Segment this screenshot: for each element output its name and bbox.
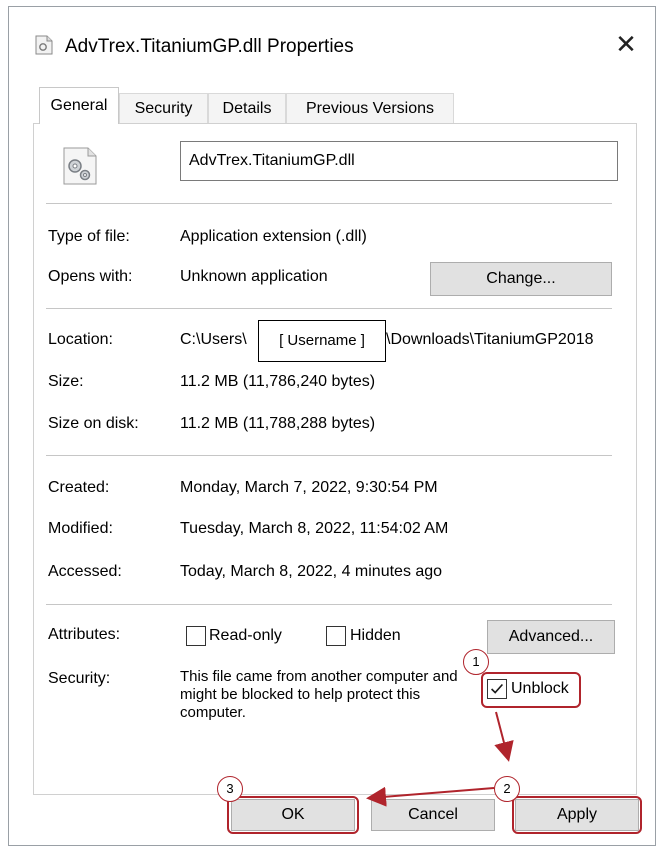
unblock-highlight (481, 672, 581, 708)
ok-highlight (227, 796, 359, 834)
gear-file-icon (63, 147, 97, 185)
modified-value: Tuesday, March 8, 2022, 11:54:02 AM (180, 520, 449, 537)
location-value-suffix: \Downloads\TitaniumGP2018 (386, 331, 594, 348)
created-value: Monday, March 7, 2022, 9:30:54 PM (180, 479, 438, 496)
type-of-file-value: Application extension (.dll) (180, 228, 367, 245)
separator (46, 203, 612, 204)
tab-previous-versions[interactable]: Previous Versions (286, 93, 454, 123)
size-on-disk-value: 11.2 MB (11,788,288 bytes) (180, 415, 376, 432)
accessed-value: Today, March 8, 2022, 4 minutes ago (180, 563, 443, 580)
read-only-checkbox[interactable] (186, 626, 206, 646)
tab-details[interactable]: Details (208, 93, 286, 123)
accessed-label: Accessed: (48, 563, 122, 580)
username-redaction: [ Username ] (258, 320, 386, 362)
location-value-prefix: C:\Users\ (180, 331, 247, 348)
hidden-checkbox[interactable] (326, 626, 346, 646)
type-of-file-label: Type of file: (48, 228, 130, 245)
size-value: 11.2 MB (11,786,240 bytes) (180, 373, 376, 390)
security-message: This file came from another computer and… (180, 668, 458, 721)
close-button[interactable]: ✕ (611, 29, 641, 59)
step-2-badge: 2 (494, 776, 520, 802)
location-label: Location: (48, 331, 113, 348)
separator (46, 604, 612, 605)
hidden-label: Hidden (350, 627, 401, 644)
cancel-button[interactable]: Cancel (371, 799, 495, 831)
size-label: Size: (48, 373, 84, 390)
opens-with-value: Unknown application (180, 268, 328, 285)
dll-file-icon (35, 35, 53, 55)
tab-general[interactable]: General (39, 87, 119, 124)
security-label: Security: (48, 670, 111, 687)
opens-with-label: Opens with: (48, 268, 133, 285)
modified-label: Modified: (48, 520, 113, 537)
attributes-label: Attributes: (48, 626, 121, 643)
step-3-badge: 3 (217, 776, 243, 802)
tab-security[interactable]: Security (119, 93, 208, 123)
step-1-badge: 1 (463, 649, 489, 675)
window-title: AdvTrex.TitaniumGP.dll Properties (65, 36, 354, 57)
size-on-disk-label: Size on disk: (48, 415, 139, 432)
filename-input[interactable]: AdvTrex.TitaniumGP.dll (180, 141, 618, 181)
separator (46, 455, 612, 456)
apply-highlight (512, 796, 642, 834)
change-button[interactable]: Change... (430, 262, 612, 296)
read-only-label: Read-only (209, 627, 282, 644)
title-bar: AdvTrex.TitaniumGP.dll Properties ✕ (9, 7, 655, 73)
created-label: Created: (48, 479, 110, 496)
advanced-button[interactable]: Advanced... (487, 620, 615, 654)
separator (46, 308, 612, 309)
